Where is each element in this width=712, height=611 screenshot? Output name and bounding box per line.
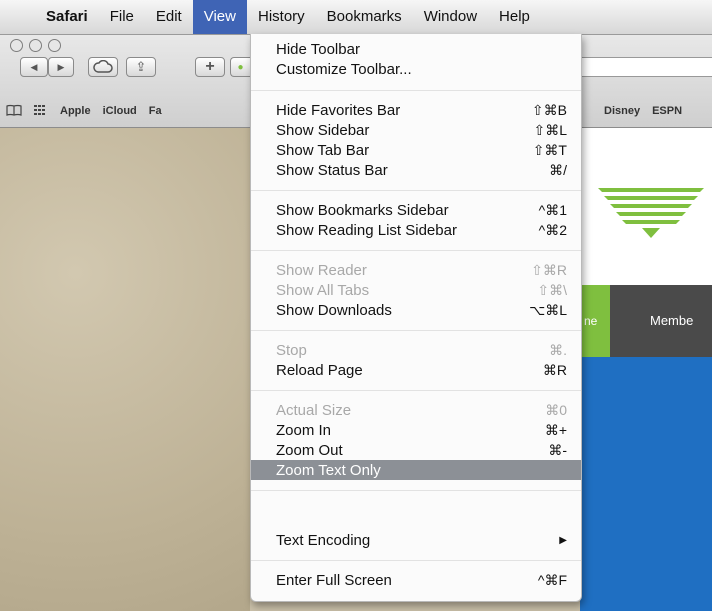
icloud-tabs-button[interactable] [88, 57, 118, 77]
menu-file[interactable]: File [99, 0, 145, 34]
menu-item-show-all-tabs: Show All Tabs ⇧⌘\ [276, 281, 567, 299]
menu-item-hide-toolbar[interactable]: Hide Toolbar [251, 39, 581, 59]
back-arrow-icon: ◀ [30, 61, 38, 72]
site-logo-icon [598, 188, 704, 238]
submenu-arrow-icon: ▶ [559, 534, 567, 546]
menu-item-show-tab-bar[interactable]: Show Tab Bar ⇧⌘T [251, 140, 581, 160]
site-banner [580, 357, 712, 611]
address-bar[interactable]: ● [230, 57, 250, 77]
forward-arrow-icon: ▶ [57, 61, 65, 72]
top-sites-grid-icon[interactable] [28, 104, 54, 118]
menu-history[interactable]: History [247, 0, 316, 34]
menu-separator [251, 490, 581, 491]
menu-edit[interactable]: Edit [145, 0, 193, 34]
menu-safari[interactable]: Safari [40, 0, 99, 34]
menu-window[interactable]: Window [413, 0, 488, 34]
menu-item-show-downloads[interactable]: Show Downloads ⌥⌘L [251, 300, 581, 320]
menu-item-show-sidebar[interactable]: Show Sidebar ⇧⌘L [251, 120, 581, 140]
menu-separator [251, 190, 581, 191]
menu-help[interactable]: Help [488, 0, 541, 34]
menu-item-enter-full-screen[interactable]: Enter Full Screen ^⌘F [251, 570, 581, 590]
menu-separator [251, 90, 581, 91]
menu-separator [251, 330, 581, 331]
menu-item-zoom-in[interactable]: Zoom In ⌘+ [251, 420, 581, 440]
plus-icon: + [205, 58, 215, 75]
top-sites-icon: ● [237, 61, 244, 73]
back-button[interactable]: ◀ [20, 57, 48, 77]
menu-bar: Safari File Edit View History Bookmarks … [0, 0, 712, 35]
menu-item-show-reader: Show Reader ⇧⌘R [276, 261, 567, 279]
view-menu-dropdown: Hide Toolbar Customize Toolbar... Hide F… [250, 34, 582, 602]
menu-separator [251, 560, 581, 561]
favorite-disney[interactable]: Disney [598, 105, 646, 117]
favorite-apple[interactable]: Apple [54, 105, 97, 117]
menu-item-show-bookmarks-sidebar[interactable]: Show Bookmarks Sidebar ^⌘1 [251, 200, 581, 220]
favorite-espn[interactable]: ESPN [646, 105, 688, 117]
minimize-window-button[interactable] [29, 39, 42, 52]
site-nav-members[interactable]: Membe [610, 285, 712, 357]
menu-separator [251, 390, 581, 391]
book-icon[interactable] [0, 104, 28, 119]
favorites-bar-right: Disney ESPN [598, 97, 688, 125]
menu-view[interactable]: View [192, 0, 247, 34]
menu-item-zoom-out[interactable]: Zoom Out ⌘- [251, 440, 581, 460]
cloud-icon [93, 60, 113, 73]
new-tab-button[interactable]: + [195, 57, 225, 77]
window-controls [10, 39, 61, 52]
menu-item-show-reading-list-sidebar[interactable]: Show Reading List Sidebar ^⌘2 [251, 220, 581, 240]
forward-button[interactable]: ▶ [48, 57, 74, 77]
menu-item-stop: Stop ⌘. [276, 341, 567, 359]
favorite-icloud[interactable]: iCloud [97, 105, 143, 117]
menu-item-hide-favorites-bar[interactable]: Hide Favorites Bar ⇧⌘B [251, 100, 581, 120]
zoom-window-button[interactable] [48, 39, 61, 52]
share-icon: ⇪ [135, 59, 147, 74]
close-window-button[interactable] [10, 39, 23, 52]
page-background [0, 128, 250, 611]
share-button[interactable]: ⇪ [126, 57, 156, 77]
address-bar-right[interactable] [580, 57, 712, 77]
menu-item-zoom-text-only[interactable]: Zoom Text Only [251, 460, 581, 480]
site-nav-home[interactable]: ne [580, 285, 610, 357]
menu-item-reload-page[interactable]: Reload Page ⌘R [251, 360, 581, 380]
menu-item-actual-size: Actual Size ⌘0 [276, 401, 567, 419]
menu-item-text-encoding[interactable]: Text Encoding ▶ [251, 530, 581, 550]
favorite-fa[interactable]: Fa [143, 105, 168, 117]
menu-item-show-status-bar[interactable]: Show Status Bar ⌘/ [251, 160, 581, 180]
menu-bookmarks[interactable]: Bookmarks [316, 0, 413, 34]
menu-separator [251, 250, 581, 251]
menu-item-customize-toolbar[interactable]: Customize Toolbar... [251, 59, 581, 79]
